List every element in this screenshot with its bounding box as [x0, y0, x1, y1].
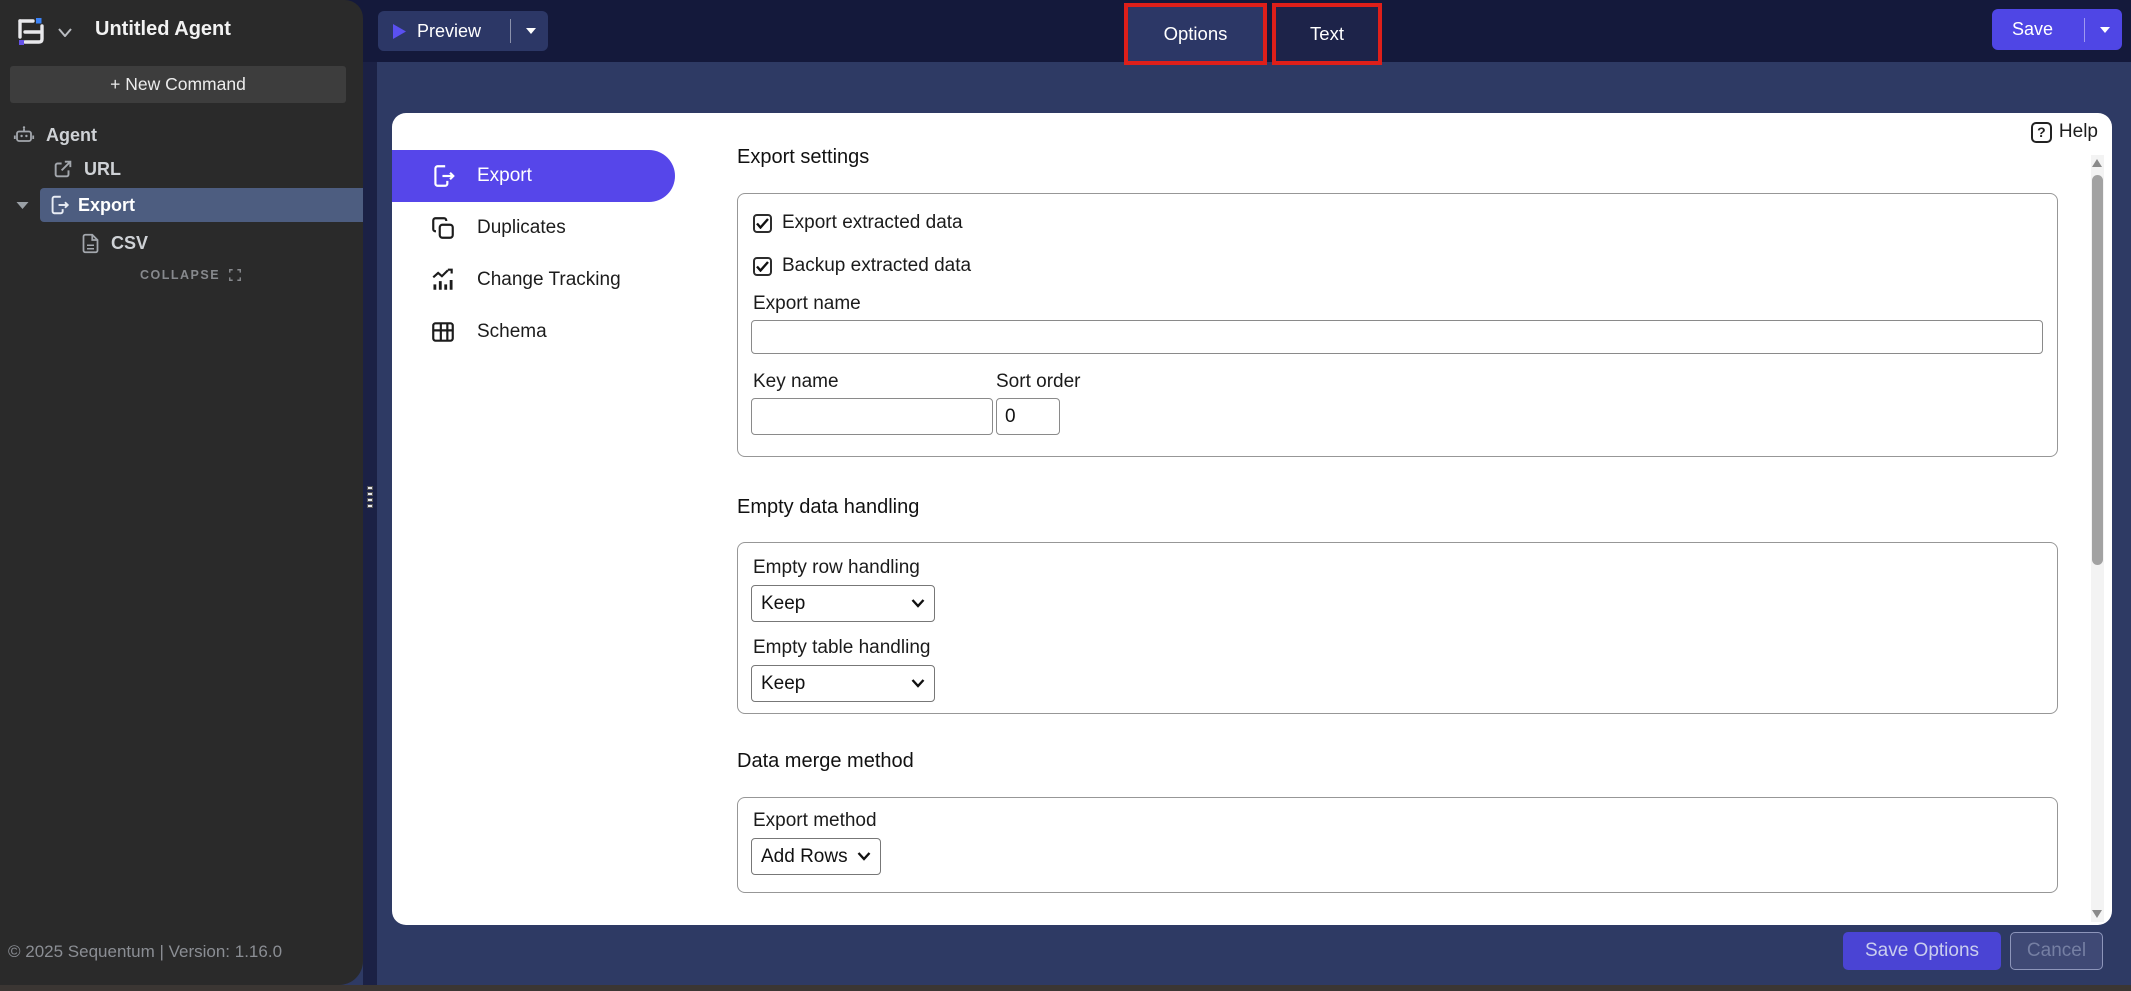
data-merge-group: Export method Add Rows: [737, 797, 2058, 893]
section-title-data-merge: Data merge method: [737, 750, 914, 773]
collapse-tree-button[interactable]: COLLAPSE: [140, 264, 242, 286]
backup-extracted-checkbox-row[interactable]: Backup extracted data: [753, 255, 971, 277]
panel-nav-label: Schema: [477, 321, 547, 343]
chevron-down-icon: [525, 27, 537, 35]
chevron-down-icon: [857, 852, 871, 861]
file-csv-icon: [80, 233, 101, 254]
agent-menu-toggle[interactable]: [58, 28, 72, 37]
app-window: Preview Options Text Save: [0, 0, 2131, 991]
export-name-label: Export name: [753, 293, 861, 315]
save-dropdown-toggle[interactable]: [2096, 26, 2122, 34]
new-command-button[interactable]: + New Command: [10, 66, 346, 103]
export-method-select[interactable]: Add Rows: [751, 838, 881, 875]
checkbox-label: Backup extracted data: [782, 255, 971, 277]
collapse-brackets-icon: [228, 268, 242, 282]
cancel-label: Cancel: [2027, 940, 2086, 962]
play-icon: [392, 23, 407, 40]
chevron-down-icon: [911, 679, 925, 688]
chevron-down-icon: [2099, 26, 2111, 34]
tree-item-url[interactable]: URL: [52, 154, 121, 184]
panel-nav-label: Duplicates: [477, 217, 566, 239]
drag-handle[interactable]: [367, 486, 373, 508]
checkbox-label: Export extracted data: [782, 212, 963, 234]
sequentum-logo-icon[interactable]: [12, 12, 50, 50]
sidebar-header: Untitled Agent: [0, 0, 363, 62]
checkbox-checked-icon[interactable]: [753, 214, 772, 233]
chart-tracking-icon: [430, 267, 456, 293]
empty-row-select[interactable]: Keep: [751, 585, 935, 622]
tab-text[interactable]: Text: [1272, 3, 1382, 65]
tree-item-csv[interactable]: CSV: [80, 228, 148, 258]
tree-item-agent[interactable]: Agent: [12, 120, 97, 150]
selected-option: Keep: [761, 593, 805, 615]
tree-item-export[interactable]: Export: [0, 188, 363, 222]
save-options-label: Save Options: [1865, 940, 1979, 962]
chevron-down-icon: [911, 599, 925, 608]
table-schema-icon: [430, 319, 456, 345]
scrollbar-thumb[interactable]: [2092, 175, 2103, 565]
section-title-empty-data: Empty data handling: [737, 496, 919, 519]
help-label: Help: [2059, 121, 2098, 143]
tab-text-label: Text: [1310, 23, 1344, 45]
expander-caret-down-icon[interactable]: [16, 201, 29, 210]
duplicates-copy-icon: [430, 215, 456, 241]
preview-dropdown-toggle[interactable]: [522, 27, 548, 35]
vertical-scrollbar[interactable]: [2091, 155, 2104, 922]
preview-button[interactable]: Preview: [378, 11, 548, 51]
panel-nav-label: Change Tracking: [477, 269, 621, 291]
scroll-down-arrow-icon[interactable]: [2092, 910, 2102, 918]
sort-order-input[interactable]: [996, 398, 1060, 435]
agent-title: Untitled Agent: [95, 18, 231, 41]
version-text: © 2025 Sequentum | Version: 1.16.0: [8, 942, 282, 962]
save-options-button[interactable]: Save Options: [1843, 932, 2001, 970]
panel-nav-change-tracking[interactable]: Change Tracking: [392, 254, 675, 306]
sidebar-resizer: [363, 62, 377, 985]
save-button[interactable]: Save: [1992, 9, 2122, 50]
panel-nav-label: Export: [477, 165, 532, 187]
collapse-label: COLLAPSE: [140, 268, 220, 282]
export-extracted-checkbox-row[interactable]: Export extracted data: [753, 212, 963, 234]
empty-row-label: Empty row handling: [753, 557, 920, 579]
empty-data-group: Empty row handling Keep Empty table hand…: [737, 542, 2058, 714]
export-name-input[interactable]: [751, 320, 2043, 354]
export-method-label: Export method: [753, 810, 877, 832]
file-export-icon: [48, 194, 70, 216]
panel-nav-export[interactable]: Export: [392, 150, 675, 202]
divider: [510, 19, 511, 43]
options-panel: ? Help Export Duplicates: [392, 113, 2112, 925]
tree-item-label: URL: [84, 159, 121, 180]
export-settings-group: Export extracted data Backup extracted d…: [737, 193, 2058, 457]
tree-item-label: Agent: [46, 125, 97, 146]
empty-table-label: Empty table handling: [753, 637, 930, 659]
key-name-label: Key name: [753, 371, 839, 393]
selected-option: Add Rows: [761, 846, 848, 868]
empty-table-select[interactable]: Keep: [751, 665, 935, 702]
key-name-input[interactable]: [751, 398, 993, 435]
cancel-button[interactable]: Cancel: [2010, 932, 2103, 970]
divider: [2084, 18, 2085, 42]
save-button-label: Save: [2012, 19, 2053, 40]
section-title-export-settings: Export settings: [737, 146, 869, 169]
sort-order-label: Sort order: [996, 371, 1080, 393]
panel-nav-duplicates[interactable]: Duplicates: [392, 202, 675, 254]
question-mark-icon: ?: [2031, 122, 2052, 143]
tree-item-label: Export: [78, 195, 135, 216]
preview-button-label: Preview: [417, 21, 481, 42]
tab-options[interactable]: Options: [1124, 3, 1267, 65]
tree-item-label: CSV: [111, 233, 148, 254]
tab-options-label: Options: [1164, 23, 1228, 45]
new-command-label: + New Command: [110, 74, 246, 95]
scroll-up-arrow-icon[interactable]: [2092, 159, 2102, 167]
selected-option: Keep: [761, 673, 805, 695]
panel-nav-schema[interactable]: Schema: [392, 306, 675, 358]
sidebar: Untitled Agent + New Command Agent: [0, 0, 363, 985]
window-bottom-edge: [0, 985, 2131, 991]
robot-icon: [12, 123, 36, 147]
help-link[interactable]: ? Help: [2031, 121, 2098, 143]
checkbox-checked-icon[interactable]: [753, 257, 772, 276]
file-export-icon: [430, 163, 456, 189]
external-link-icon: [52, 158, 74, 180]
